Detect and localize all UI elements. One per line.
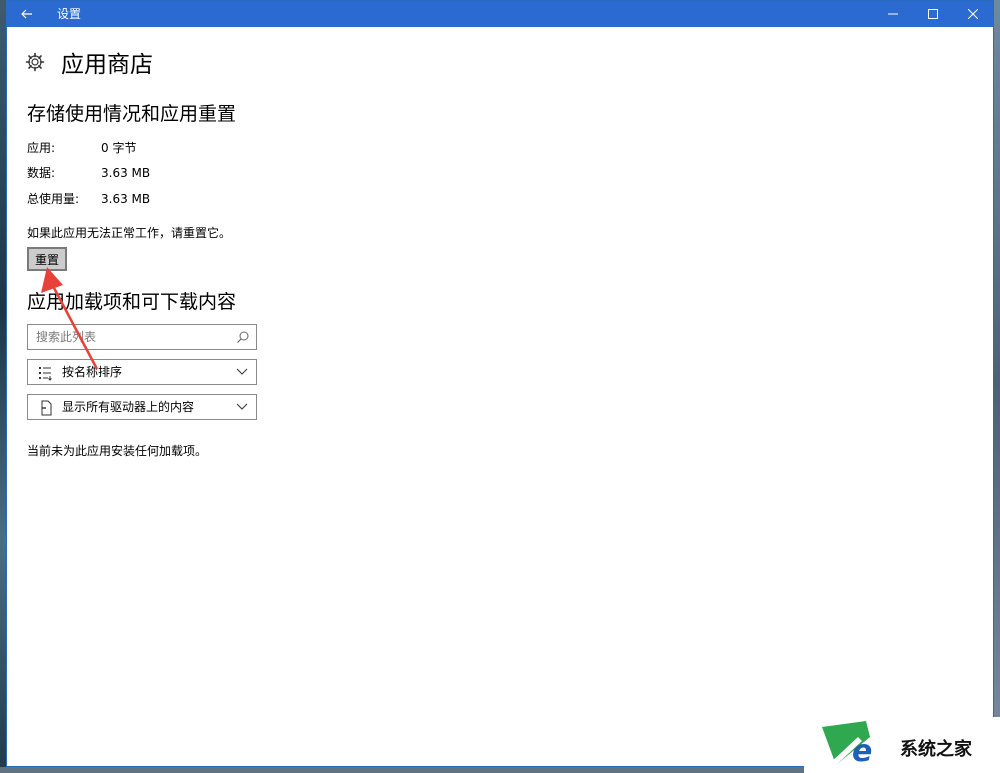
drive-filter-label: 显示所有驱动器上的内容 — [62, 400, 195, 414]
drive-filter-dropdown[interactable]: 显示所有驱动器上的内容 — [27, 394, 257, 420]
storage-row-label: 应用: — [27, 141, 56, 155]
reset-button[interactable]: 重置 — [27, 247, 67, 271]
desktop-background-right — [994, 0, 1000, 773]
storage-row-value: 0 字节 — [101, 141, 137, 155]
maximize-button[interactable] — [913, 1, 953, 27]
svg-text:e: e — [852, 734, 872, 769]
minimize-button[interactable] — [873, 1, 913, 27]
storage-row-value: 3.63 MB — [101, 192, 151, 206]
back-arrow-icon — [21, 9, 32, 19]
watermark-text: 系统之家 — [900, 739, 972, 760]
storage-heading: 存储使用情况和应用重置 — [27, 103, 237, 125]
sort-dropdown-label: 按名称排序 — [62, 365, 123, 379]
search-input[interactable] — [28, 325, 236, 349]
title-bar: 设置 — [7, 1, 993, 27]
page-header: 应用商店 — [25, 45, 153, 79]
watermark-logo-icon: e — [822, 721, 872, 769]
page-title: 应用商店 — [61, 52, 153, 78]
window-title: 设置 — [57, 7, 82, 21]
chevron-down-icon — [236, 368, 248, 375]
window-controls — [873, 1, 993, 27]
watermark: e 系统之家 — [804, 717, 1000, 773]
reset-note: 如果此应用无法正常工作，请重置它。 — [27, 226, 232, 240]
search-box — [27, 324, 257, 350]
search-icon — [237, 331, 249, 343]
addons-heading: 应用加载项和可下载内容 — [27, 291, 237, 313]
minimize-icon — [888, 13, 898, 15]
close-button[interactable] — [953, 1, 993, 27]
storage-row-app: 应用: 0 字节 — [27, 139, 136, 156]
addons-empty-note: 当前未为此应用安装任何加载项。 — [27, 444, 208, 458]
storage-row-label: 数据: — [27, 166, 56, 180]
sort-list-icon — [39, 367, 52, 381]
gear-icon — [25, 52, 45, 72]
settings-window: 设置 应用商店 存储使用情况和应用重置 应用: 0 字节 数据: 3.63 MB… — [6, 0, 994, 767]
storage-row-value: 3.63 MB — [101, 166, 151, 180]
close-icon — [968, 9, 978, 19]
storage-row-label: 总使用量: — [27, 192, 80, 206]
chevron-down-icon — [236, 403, 248, 410]
drive-icon — [41, 400, 52, 416]
storage-row-total: 总使用量: 3.63 MB — [27, 190, 150, 207]
sort-dropdown[interactable]: 按名称排序 — [27, 359, 257, 385]
storage-row-data: 数据: 3.63 MB — [27, 164, 150, 181]
back-button[interactable] — [7, 1, 47, 27]
settings-content: 应用商店 存储使用情况和应用重置 应用: 0 字节 数据: 3.63 MB 总使用量… — [7, 27, 993, 766]
maximize-icon — [928, 9, 938, 19]
